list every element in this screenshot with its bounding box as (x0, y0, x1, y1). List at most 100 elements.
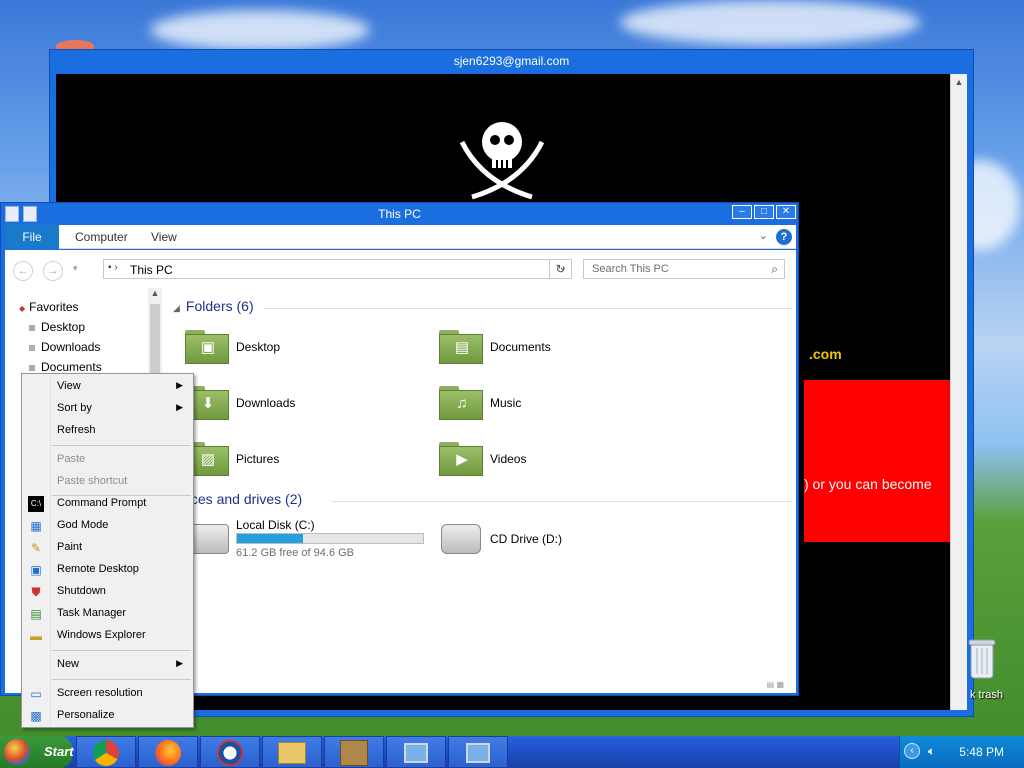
menu-item-paste[interactable]: Paste (24, 449, 191, 471)
explorer-title: This PC (378, 207, 421, 221)
menu-item-screen-resolution[interactable]: ▭ Screen resolution (24, 683, 191, 705)
hard-disk-icon[interactable] (189, 524, 229, 554)
scroll-up-arrow-icon[interactable]: ▲ (148, 288, 162, 298)
firefox-icon[interactable] (138, 736, 198, 768)
remote-desktop-icon: ▣ (30, 563, 42, 577)
ribbon-tabs: File Computer View ⌄ ? (5, 225, 796, 249)
menu-separator (52, 679, 191, 680)
obama-logo-icon[interactable] (200, 736, 260, 768)
folders-group-header[interactable]: ◢ Folders (6) (173, 298, 254, 314)
group-divider (263, 308, 793, 309)
menu-item-view[interactable]: View ▶ (24, 376, 191, 398)
forward-button[interactable]: → (43, 261, 63, 281)
folder-downloads-label[interactable]: Downloads (236, 396, 295, 410)
tab-file[interactable]: File (5, 225, 59, 249)
folder-desktop-label[interactable]: Desktop (236, 340, 280, 354)
folder-pictures-label[interactable]: Pictures (236, 452, 279, 466)
recent-locations-icon[interactable]: ▾ (73, 263, 78, 274)
ransom-scrollbar[interactable]: ▲ (950, 74, 967, 710)
menu-item-remote-desktop[interactable]: ▣ Remote Desktop (24, 559, 191, 581)
ransom-red-panel (804, 380, 950, 542)
drive-c-usage-fill (237, 534, 303, 543)
address-bar[interactable]: ▪ › This PC ⌄ (103, 259, 572, 279)
scroll-up-arrow-icon[interactable]: ▲ (951, 74, 967, 91)
remote-desktop-icon[interactable] (386, 736, 446, 768)
recycle-bin-icon[interactable] (967, 636, 997, 680)
search-input[interactable]: Search This PC (592, 263, 669, 275)
ransom-window-title: sjen6293@gmail.com (453, 54, 570, 68)
box-app-icon[interactable] (324, 736, 384, 768)
menu-item-personalize[interactable]: ▩ Personalize (24, 705, 191, 727)
submenu-arrow-icon: ▶ (176, 402, 183, 412)
command-prompt-icon: C:\ (28, 496, 44, 512)
taskbar: Start ‹ 🔈︎ 5:48 PM (0, 736, 1024, 768)
view-toggle-icon[interactable]: ▤ ▦ (767, 680, 784, 689)
menu-item-new[interactable]: New ▶ (24, 654, 191, 676)
search-box[interactable]: Search This PC ⌕ (583, 259, 785, 279)
paint-palette-icon: ✎ (30, 541, 42, 555)
start-label: Start (44, 744, 74, 759)
minimize-button[interactable]: – (732, 205, 752, 219)
tab-computer[interactable]: Computer (75, 225, 128, 249)
explorer-titlebar[interactable]: This PC – □ ✕ (1, 203, 798, 225)
maximize-button[interactable]: □ (754, 205, 774, 219)
nav-item-downloads[interactable]: Downloads (29, 340, 100, 354)
group-divider (331, 501, 793, 502)
folder-music-icon[interactable]: ♫ (439, 386, 483, 420)
folder-videos-label[interactable]: Videos (490, 452, 526, 466)
cd-drive-icon[interactable] (441, 524, 481, 554)
chrome-icon[interactable] (76, 736, 136, 768)
sky-cloud (150, 10, 370, 50)
file-manager-icon[interactable] (262, 736, 322, 768)
tab-view[interactable]: View (151, 225, 177, 249)
control-panel-icon: ▦ (30, 519, 42, 533)
recycle-bin-label[interactable]: k trash (970, 689, 1003, 701)
system-tray: ‹ 🔈︎ 5:48 PM (899, 736, 1024, 768)
task-manager-icon: ▤ (30, 607, 42, 621)
nav-item-documents[interactable]: Documents (29, 360, 102, 374)
display-icon: ▭ (30, 687, 42, 701)
speaker-icon[interactable]: 🔈︎ (928, 744, 935, 759)
nav-favorites[interactable]: ◆ Favorites (19, 300, 79, 314)
menu-item-refresh[interactable]: Refresh (24, 420, 191, 442)
menu-item-task-manager[interactable]: ▤ Task Manager (24, 603, 191, 625)
folder-videos-icon[interactable]: ▶ (439, 442, 483, 476)
personalize-icon: ▩ (30, 709, 42, 723)
help-icon[interactable]: ? (776, 229, 792, 245)
folder-documents-label[interactable]: Documents (490, 340, 551, 354)
menu-separator (52, 445, 191, 446)
expand-ribbon-icon[interactable]: ⌄ (759, 229, 768, 242)
menu-item-god-mode[interactable]: ▦ God Mode (24, 515, 191, 537)
remote-desktop-icon[interactable] (448, 736, 508, 768)
folder-documents-icon[interactable]: ▤ (439, 330, 483, 364)
menu-item-shutdown[interactable]: ⛊ Shutdown (24, 581, 191, 603)
drive-c-usage-bar (236, 533, 424, 544)
menu-item-command-prompt[interactable]: C:\ Command Prompt (24, 493, 191, 515)
window-controls: – □ ✕ (732, 205, 796, 219)
show-hidden-icons-icon[interactable]: ‹ (904, 743, 920, 759)
folder-desktop-icon[interactable]: ▣ (185, 330, 229, 364)
start-button[interactable]: Start (0, 736, 74, 768)
menu-item-sort-by[interactable]: Sort by ▶ (24, 398, 191, 420)
menu-item-paste-shortcut[interactable]: Paste shortcut (24, 471, 191, 493)
back-button[interactable]: ← (13, 261, 33, 281)
address-row: ← → ▾ ▪ › This PC ⌄ ↻ Search This PC ⌕ (5, 250, 796, 288)
address-text: This PC (130, 263, 173, 277)
clock[interactable]: 5:48 PM (959, 745, 1004, 759)
close-button[interactable]: ✕ (776, 205, 796, 219)
context-menu: View ▶ Sort by ▶ Refresh Paste Paste short… (21, 373, 194, 728)
nav-item-desktop[interactable]: Desktop (29, 320, 85, 334)
collapse-icon[interactable]: ◢ (173, 303, 180, 313)
this-pc-icon: ▪ › (108, 262, 118, 273)
drive-d-label[interactable]: CD Drive (D:) (490, 532, 562, 546)
folder-music-label[interactable]: Music (490, 396, 521, 410)
sky-cloud (620, 0, 920, 45)
refresh-button[interactable]: ↻ (549, 259, 571, 279)
drive-c-label[interactable]: Local Disk (C:) (236, 518, 315, 532)
menu-item-windows-explorer[interactable]: ▬ Windows Explorer (24, 625, 191, 647)
menu-item-paint[interactable]: ✎ Paint (24, 537, 191, 559)
submenu-arrow-icon: ▶ (176, 658, 183, 668)
ransom-red-text: ) or you can become (804, 476, 932, 492)
search-icon: ⌕ (771, 262, 778, 276)
windows-orb-icon (4, 739, 30, 765)
